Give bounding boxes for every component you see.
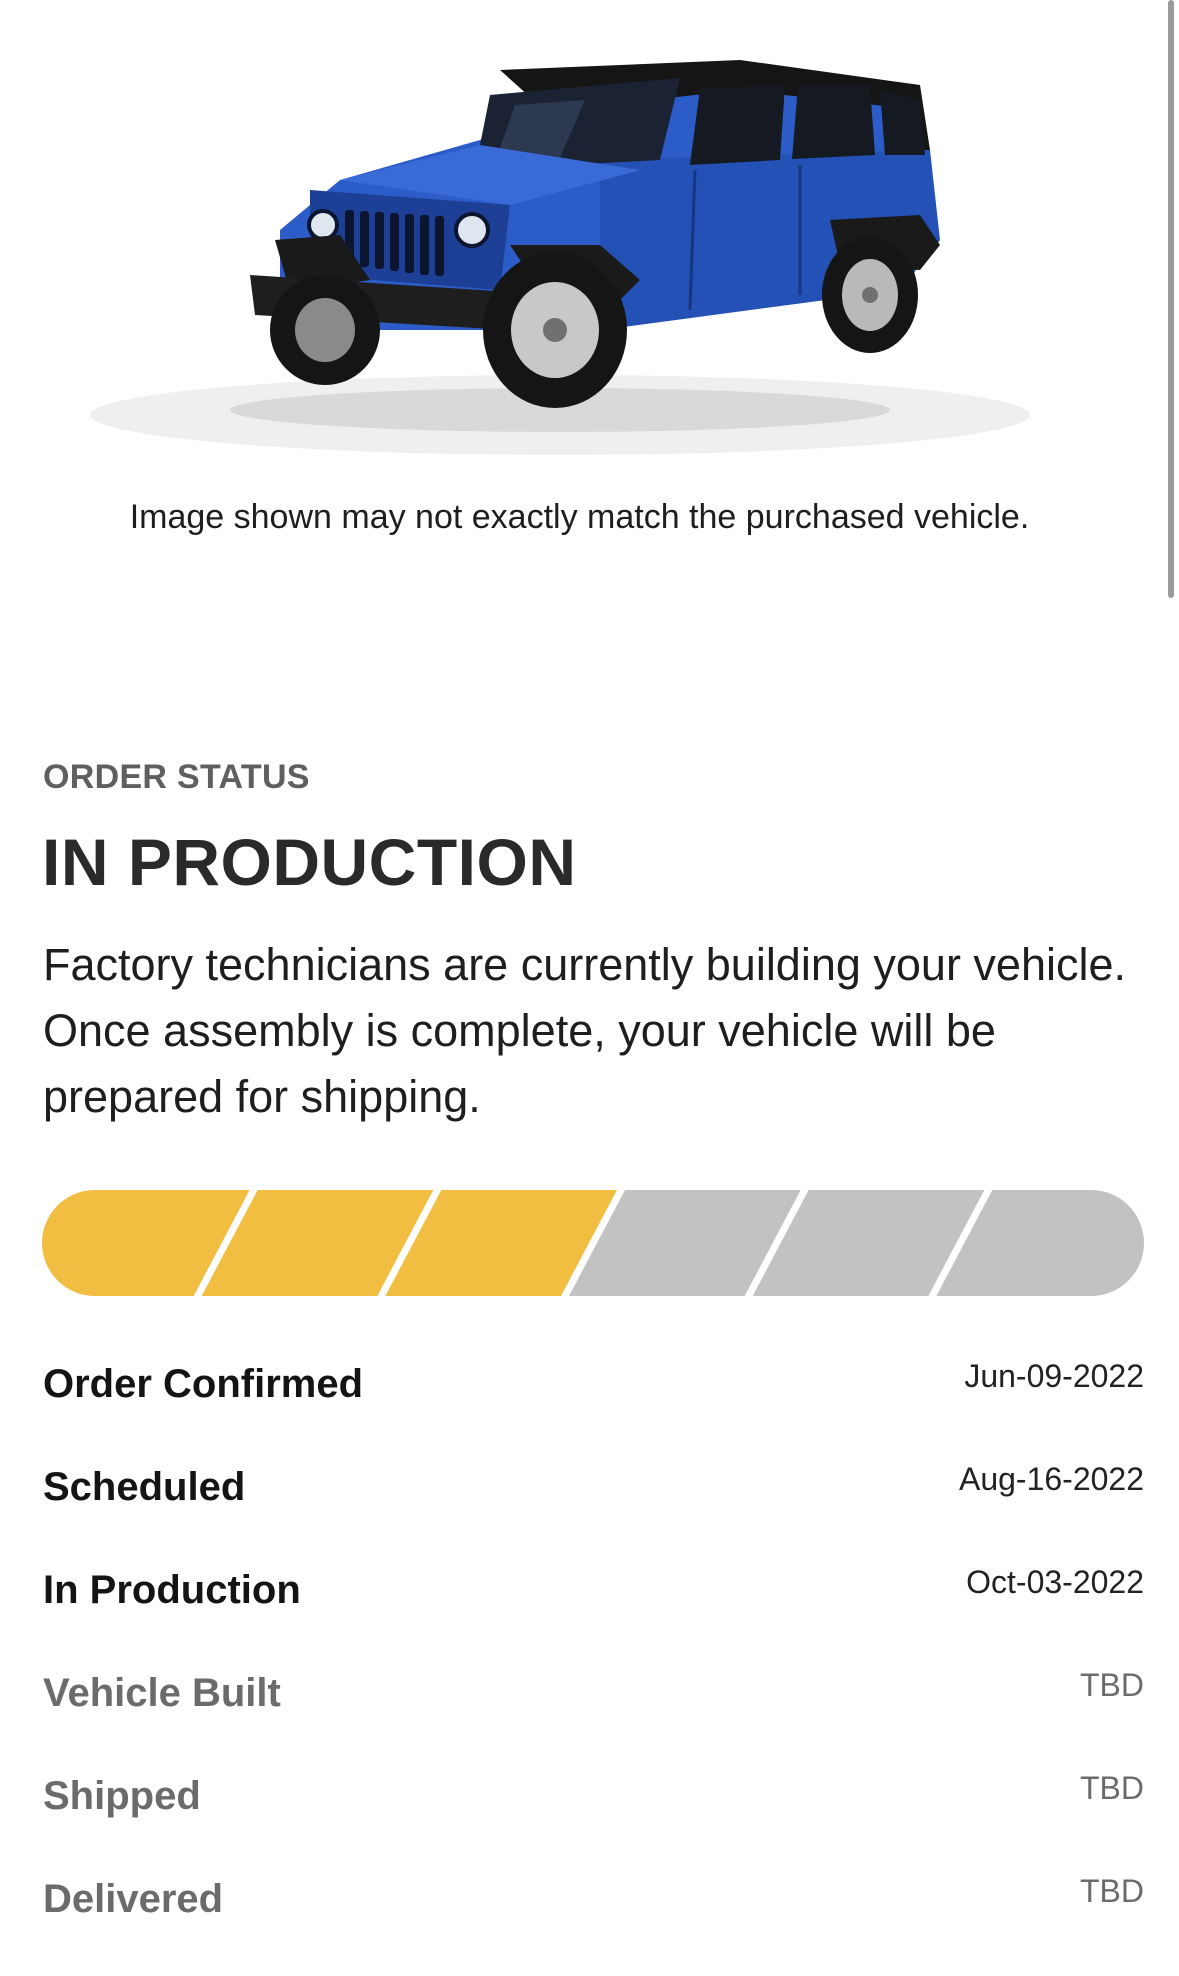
order-status-label: ORDER STATUS bbox=[43, 758, 310, 796]
milestone-label: Shipped bbox=[43, 1774, 201, 1818]
milestone-date: TBD bbox=[1080, 1770, 1144, 1806]
milestone-label: Delivered bbox=[43, 1877, 224, 1921]
vehicle-image-area bbox=[0, 0, 1179, 480]
milestone-shipped: Shipped TBD bbox=[43, 1752, 1144, 1855]
status-description: Factory technicians are currently buildi… bbox=[43, 939, 1127, 1122]
image-disclaimer: Image shown may not exactly match the pu… bbox=[129, 498, 1030, 536]
milestone-in-production: In Production Oct-03-2022 bbox=[43, 1546, 1144, 1649]
milestone-date: Oct-03-2022 bbox=[966, 1564, 1144, 1600]
vehicle-image bbox=[90, 60, 1030, 455]
milestone-label: In Production bbox=[43, 1568, 301, 1612]
milestone-delivered: Delivered TBD bbox=[43, 1855, 1144, 1958]
milestone-order-confirmed: Order Confirmed Jun-09-2022 bbox=[43, 1340, 1144, 1443]
milestone-scheduled: Scheduled Aug-16-2022 bbox=[43, 1443, 1144, 1546]
milestone-list: Order Confirmed Jun-09-2022 Scheduled Au… bbox=[43, 1340, 1144, 1958]
milestone-date: Aug-16-2022 bbox=[958, 1461, 1144, 1497]
milestone-label: Vehicle Built bbox=[43, 1671, 281, 1715]
milestone-label: Scheduled bbox=[43, 1465, 246, 1509]
milestone-date: Jun-09-2022 bbox=[964, 1358, 1144, 1394]
status-title: IN PRODUCTION bbox=[42, 825, 577, 899]
milestone-vehicle-built: Vehicle Built TBD bbox=[43, 1649, 1144, 1752]
milestone-date: TBD bbox=[1080, 1667, 1144, 1703]
milestone-date: TBD bbox=[1080, 1873, 1144, 1909]
order-progress-bar bbox=[42, 1190, 1144, 1296]
milestone-label: Order Confirmed bbox=[43, 1362, 364, 1406]
